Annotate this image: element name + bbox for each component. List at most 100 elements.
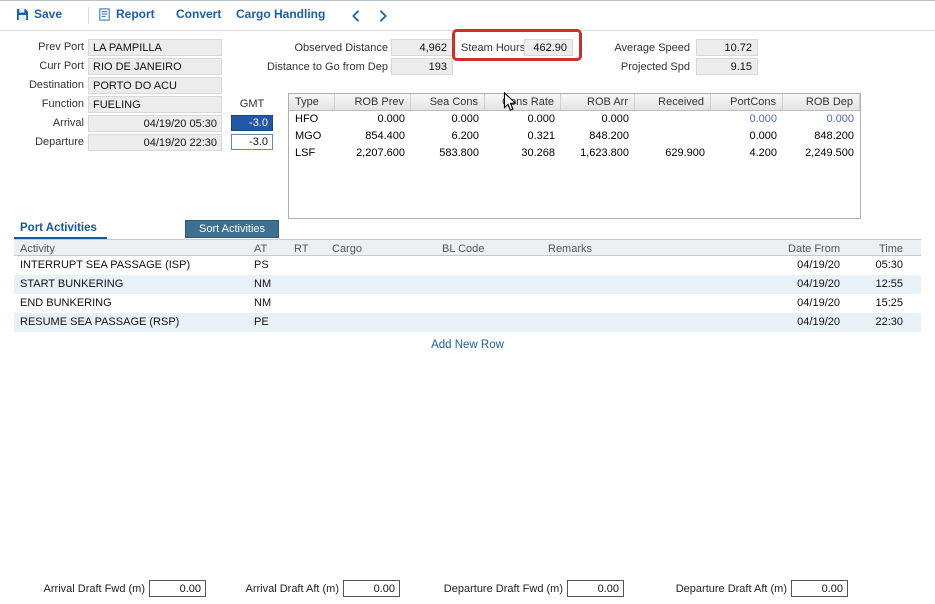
distance-to-go-label: Distance to Go from Dep	[240, 61, 388, 73]
prev-port-label: Prev Port	[6, 41, 84, 53]
departure-draft-fwd-input[interactable]: 0.00	[567, 580, 624, 597]
rob-cell-cons-rate: 0.321	[485, 128, 561, 145]
rob-cell-rob-dep: 2,249.500	[783, 145, 860, 162]
curr-port-label: Curr Port	[6, 60, 84, 72]
projected-speed-field: 9.15	[696, 58, 758, 75]
rob-cell-received: 629.900	[635, 145, 711, 162]
rob-row-lsf[interactable]: LSF 2,207.600 583.800 30.268 1,623.800 6…	[289, 145, 860, 162]
activity-cell-rt	[288, 256, 326, 275]
rob-cell-type: HFO	[289, 111, 335, 128]
arrival-draft-fwd-label: Arrival Draft Fwd (m)	[28, 583, 145, 595]
rob-cell-sea-cons: 0.000	[411, 111, 485, 128]
activities-header-bl-code: BL Code	[436, 240, 542, 255]
activities-header-date-from: Date From	[754, 240, 846, 255]
rob-header-sea-cons: Sea Cons	[411, 94, 485, 110]
prev-port-field[interactable]: LA PAMPILLA	[88, 39, 222, 56]
activity-cell-cargo	[326, 256, 436, 275]
voyage-report-screen: Save Report Convert Cargo Handling	[0, 0, 935, 604]
activity-cell-bl-code	[436, 294, 542, 313]
activity-row[interactable]: RESUME SEA PASSAGE (RSP) PE 04/19/20 22:…	[14, 313, 921, 332]
toolbar: Save Report Convert Cargo Handling	[0, 1, 935, 31]
arrival-draft-fwd-input[interactable]: 0.00	[149, 580, 206, 597]
function-label: Function	[6, 98, 84, 110]
rob-cell-rob-arr: 1,623.800	[561, 145, 635, 162]
activity-cell-rt	[288, 313, 326, 332]
activity-cell-at: NM	[248, 275, 288, 294]
activity-cell-date-from: 04/19/20	[754, 294, 846, 313]
curr-port-field[interactable]: RIO DE JANEIRO	[88, 58, 222, 75]
convert-label: Convert	[176, 7, 221, 21]
cargo-handling-button[interactable]: Cargo Handling	[236, 7, 325, 21]
next-report-button[interactable]	[378, 9, 388, 28]
save-button[interactable]: Save	[16, 7, 62, 21]
gmt-arrival-input[interactable]: -3.0	[231, 115, 273, 131]
activity-row[interactable]: INTERRUPT SEA PASSAGE (ISP) PS 04/19/20 …	[14, 256, 921, 275]
activity-cell-remarks	[542, 313, 754, 332]
add-new-row-link[interactable]: Add New Row	[14, 339, 921, 351]
rob-cell-type: LSF	[289, 145, 335, 162]
rob-cell-port-cons: 0.000	[711, 111, 783, 128]
rob-header-received: Received	[635, 94, 711, 110]
activities-header-remarks: Remarks	[542, 240, 754, 255]
activities-header-time: Time	[846, 240, 915, 255]
activities-header-row: Activity AT RT Cargo BL Code Remarks Dat…	[14, 239, 921, 256]
arrival-label: Arrival	[6, 117, 84, 129]
rob-table: Type ROB Prev Sea Cons Cons Rate ROB Arr…	[288, 93, 861, 219]
toolbar-divider	[88, 7, 89, 24]
tab-port-activities[interactable]: Port Activities	[14, 220, 107, 239]
rob-header-port-cons: PortCons	[711, 94, 783, 110]
report-button[interactable]: Report	[98, 7, 155, 21]
activity-cell-bl-code	[436, 313, 542, 332]
activity-cell-rt	[288, 275, 326, 294]
observed-distance-label: Observed Distance	[270, 42, 388, 54]
activity-cell-cargo	[326, 294, 436, 313]
rob-cell-rob-prev: 0.000	[335, 111, 411, 128]
chevron-left-icon	[351, 9, 361, 23]
convert-button[interactable]: Convert	[176, 7, 221, 21]
rob-header-rob-prev: ROB Prev	[335, 94, 411, 110]
steam-hours-field: 462.90	[524, 39, 573, 56]
gmt-departure-input[interactable]: -3.0	[231, 134, 273, 150]
activity-cell-at: PE	[248, 313, 288, 332]
rob-row-mgo[interactable]: MGO 854.400 6.200 0.321 848.200 0.000 84…	[289, 128, 860, 145]
departure-field[interactable]: 04/19/20 22:30	[88, 134, 222, 151]
activity-row[interactable]: END BUNKERING NM 04/19/20 15:25	[14, 294, 921, 313]
rob-row-hfo[interactable]: HFO 0.000 0.000 0.000 0.000 0.000 0.000	[289, 111, 860, 128]
departure-draft-aft-input[interactable]: 0.00	[791, 580, 848, 597]
departure-draft-aft-label: Departure Draft Aft (m)	[663, 583, 787, 595]
observed-distance-field: 4,962	[391, 39, 453, 56]
arrival-draft-aft-label: Arrival Draft Aft (m)	[224, 583, 339, 595]
rob-header-cons-rate: Cons Rate	[485, 94, 561, 110]
report-icon	[98, 8, 111, 21]
rob-cell-sea-cons: 583.800	[411, 145, 485, 162]
rob-cell-cons-rate: 0.000	[485, 111, 561, 128]
destination-field[interactable]: PORTO DO ACU	[88, 77, 222, 94]
activity-cell-activity: END BUNKERING	[14, 294, 248, 313]
function-field[interactable]: FUELING	[88, 96, 222, 113]
save-label: Save	[34, 7, 62, 21]
rob-header-row: Type ROB Prev Sea Cons Cons Rate ROB Arr…	[289, 94, 860, 111]
rob-cell-sea-cons: 6.200	[411, 128, 485, 145]
activity-cell-cargo	[326, 275, 436, 294]
activity-cell-remarks	[542, 256, 754, 275]
gmt-label: GMT	[231, 98, 273, 110]
activity-cell-bl-code	[436, 256, 542, 275]
rob-cell-received	[635, 111, 711, 128]
arrival-draft-aft-input[interactable]: 0.00	[343, 580, 400, 597]
prev-report-button[interactable]	[351, 9, 361, 28]
activity-row[interactable]: START BUNKERING NM 04/19/20 12:55	[14, 275, 921, 294]
arrival-field[interactable]: 04/19/20 05:30	[88, 115, 222, 132]
activity-cell-date-from: 04/19/20	[754, 256, 846, 275]
rob-cell-received	[635, 128, 711, 145]
projected-speed-label: Projected Spd	[588, 61, 690, 73]
activities-header-cargo: Cargo	[326, 240, 436, 255]
activity-cell-at: NM	[248, 294, 288, 313]
activity-cell-activity: START BUNKERING	[14, 275, 248, 294]
report-label: Report	[116, 7, 155, 21]
activity-cell-activity: RESUME SEA PASSAGE (RSP)	[14, 313, 248, 332]
rob-cell-port-cons: 4.200	[711, 145, 783, 162]
rob-cell-rob-prev: 2,207.600	[335, 145, 411, 162]
sort-activities-button[interactable]: Sort Activities	[185, 220, 279, 238]
rob-cell-port-cons: 0.000	[711, 128, 783, 145]
activity-cell-time: 12:55	[846, 275, 915, 294]
